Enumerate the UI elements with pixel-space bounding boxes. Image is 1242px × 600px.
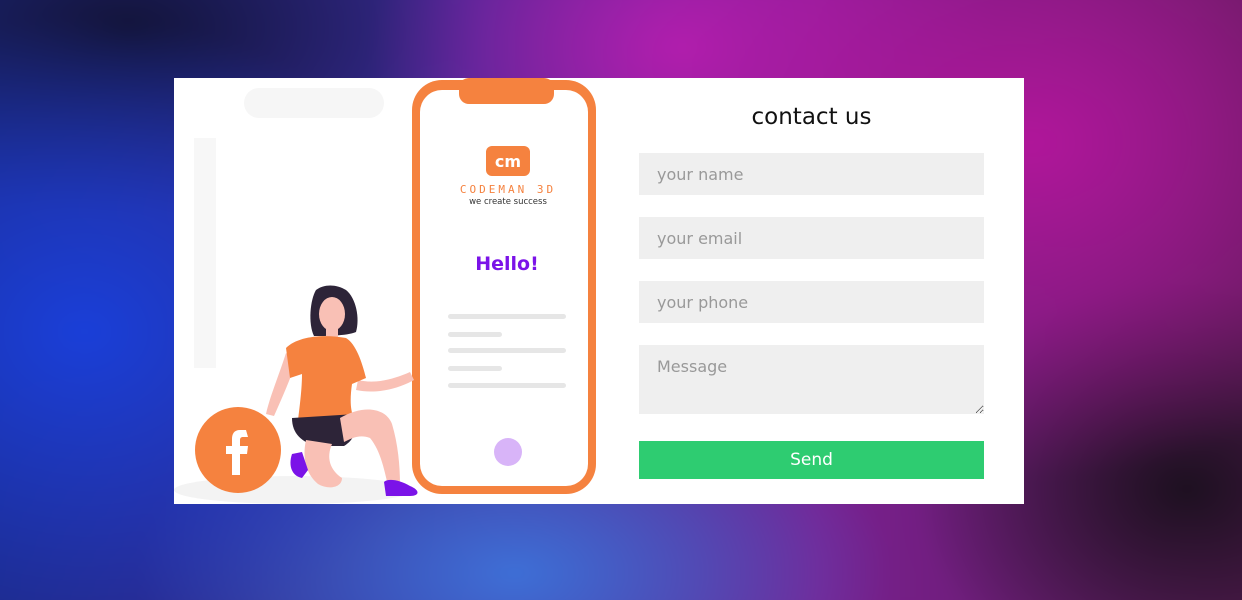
name-input[interactable]: [639, 153, 984, 195]
contact-title: contact us: [751, 104, 872, 130]
greeting-text: Hello!: [475, 253, 539, 275]
message-textarea[interactable]: [639, 345, 984, 414]
phone-home-button: [494, 438, 522, 466]
logo-tagline: we create success: [469, 197, 547, 207]
phone-input[interactable]: [639, 281, 984, 323]
woman-figure: [266, 285, 418, 496]
contact-card: cm CODEMAN 3D we create success Hello! c…: [174, 78, 1024, 504]
contact-form: contact us Send: [639, 78, 984, 504]
email-input[interactable]: [639, 217, 984, 259]
send-button[interactable]: Send: [639, 441, 984, 479]
contact-illustration: cm CODEMAN 3D we create success Hello!: [174, 78, 596, 504]
facebook-badge: [195, 407, 281, 493]
logo-wordmark: CODEMAN 3D: [460, 183, 556, 196]
phone-mockup: cm CODEMAN 3D we create success Hello!: [412, 78, 596, 494]
logo-monogram: cm: [495, 152, 521, 171]
